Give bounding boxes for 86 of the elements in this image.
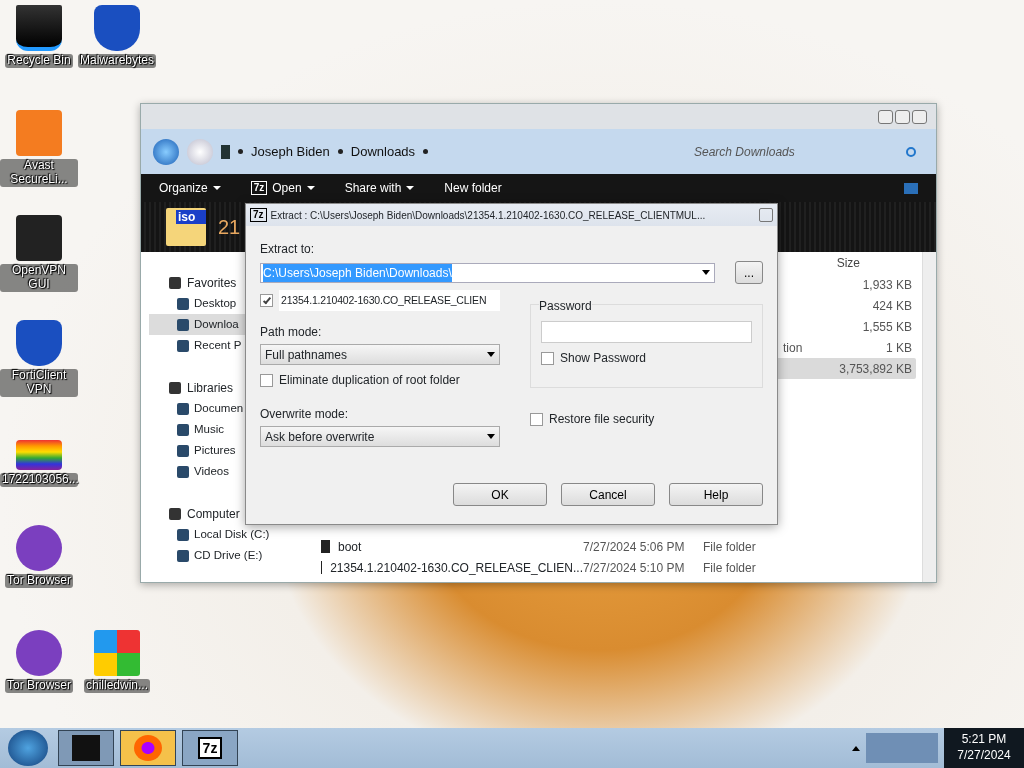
folder-icon xyxy=(221,144,230,159)
file-row[interactable]: boot 7/27/2024 5:06 PM File folder xyxy=(321,536,916,557)
desktop-icon-label[interactable]: FortiClient VPN xyxy=(0,369,78,397)
app-icon[interactable] xyxy=(16,5,62,51)
desktop-icon-label[interactable]: Avast SecureLi... xyxy=(0,159,78,187)
maximize-icon[interactable] xyxy=(895,109,910,124)
checkbox[interactable] xyxy=(260,373,273,387)
browser-icon xyxy=(134,735,162,761)
desktop-icon-label[interactable]: Malwarebytes xyxy=(78,54,156,68)
column-header[interactable]: Size xyxy=(836,254,860,272)
archive-icon: 7z xyxy=(250,181,268,195)
search-icon xyxy=(906,146,916,157)
toolbar-button[interactable]: 7z Open xyxy=(250,179,315,197)
nav-group[interactable]: Libraries xyxy=(187,378,234,397)
desktop-icon-label[interactable]: Recycle Bin xyxy=(5,54,73,68)
type-cell: tion xyxy=(783,340,803,355)
folder-title: 21 xyxy=(218,215,241,240)
desktop-icon-label[interactable]: 1722103056... xyxy=(0,473,78,487)
overwrite-mode-select[interactable]: Ask before overwrite xyxy=(260,426,500,447)
dialog-button[interactable]: Cancel xyxy=(561,483,655,506)
checkbox-label[interactable]: Eliminate duplication of root folder xyxy=(279,371,460,389)
desktop-icon-label[interactable]: OpenVPN GUI xyxy=(0,264,78,292)
field-label: Overwrite mode: xyxy=(260,406,350,423)
browse-button[interactable]: ... xyxy=(735,261,763,284)
size-cell: 1,555 KB xyxy=(862,319,912,334)
toolbar-button[interactable]: New folder xyxy=(444,179,502,197)
caret-icon xyxy=(487,434,495,439)
date-cell-text: 7/27/2024 5:06 PM xyxy=(583,538,686,556)
search-field[interactable]: Search Downloads xyxy=(692,141,892,162)
size-cell: 3,753,892 KB xyxy=(839,361,912,376)
tray-arrow-icon[interactable] xyxy=(852,745,860,751)
monitor-icon xyxy=(72,735,100,761)
group-icon xyxy=(169,276,181,289)
toolbar-button[interactable]: Organize xyxy=(159,179,221,197)
taskbar-button[interactable]: 7z xyxy=(182,730,238,766)
scrollbar[interactable] xyxy=(922,252,936,582)
file-row[interactable]: 21354.1.210402-1630.CO_RELEASE_CLIEN...7/27/2024 5:10 PM File folder xyxy=(321,557,916,578)
checkbox[interactable] xyxy=(530,412,543,426)
folder-icon xyxy=(321,540,330,553)
view-icon[interactable] xyxy=(904,182,918,194)
app-icon[interactable] xyxy=(94,5,140,51)
folder-name-field[interactable]: 21354.1.210402-1630.CO_RELEASE_CLIEN xyxy=(279,290,500,311)
dialog-button[interactable]: OK xyxy=(453,483,547,506)
breadcrumb-item[interactable]: Downloads xyxy=(350,141,416,162)
breadcrumb-item[interactable]: Joseph Biden xyxy=(251,141,330,162)
close-icon[interactable] xyxy=(759,208,773,222)
toolbar-button[interactable]: Share with xyxy=(344,179,415,197)
close-icon[interactable] xyxy=(912,109,927,124)
photo-placeholder[interactable] xyxy=(16,440,62,470)
minimize-icon[interactable] xyxy=(878,109,893,124)
desktop-icon-label[interactable]: chilledwin... xyxy=(84,679,150,693)
app-icon[interactable] xyxy=(16,320,62,366)
caret-icon xyxy=(487,352,495,357)
field-label: Extract to: xyxy=(260,241,316,258)
caret-icon xyxy=(702,270,710,275)
size-cell: 1 KB xyxy=(886,340,912,355)
dialog-button[interactable]: Help xyxy=(669,483,763,506)
checkbox[interactable] xyxy=(260,294,273,307)
dialog-title: Extract : C:\Users\Joseph Biden\Downloads\21354.1.210402-1630.CO_RELEASE_CLIENTMUL... xyxy=(270,208,706,223)
group-icon xyxy=(169,507,181,520)
nav-group[interactable]: Favorites xyxy=(187,273,237,292)
desktop-icon-label[interactable]: Tor Browser xyxy=(5,574,73,588)
checkbox-label[interactable]: Restore file security xyxy=(549,410,655,428)
back-button[interactable] xyxy=(153,138,179,165)
archive-icon: 7z xyxy=(197,737,223,759)
nav-group[interactable]: Computer xyxy=(187,504,240,523)
date-cell-text: 7/27/2024 5:10 PM xyxy=(583,559,686,577)
nav-item[interactable]: CD Drive (E:) xyxy=(149,545,291,566)
disc-image-icon: iso xyxy=(166,208,206,246)
nav-item[interactable]: Videos xyxy=(149,461,291,482)
file-name: 21354.1.210402-1630.CO_RELEASE_CLIEN... xyxy=(330,559,583,577)
start-button[interactable] xyxy=(8,730,48,766)
password-field[interactable] xyxy=(541,321,752,343)
type-cell: File folder xyxy=(703,539,756,554)
group-icon xyxy=(169,381,181,394)
desktop-icon-label[interactable]: Tor Browser xyxy=(5,679,73,693)
path-mode-select[interactable]: Full pathnames xyxy=(260,344,500,365)
clock[interactable]: 5:21 PM 7/27/2024 xyxy=(944,728,1024,768)
checkbox-label[interactable]: Show Password xyxy=(560,349,647,367)
nav-item[interactable]: Local Disk (C:) xyxy=(149,524,291,545)
type-cell: File folder xyxy=(703,560,756,575)
taskbar-button[interactable] xyxy=(58,730,114,766)
file-name: boot xyxy=(338,538,362,556)
taskbar-button[interactable] xyxy=(120,730,176,766)
archive-icon: 7z xyxy=(250,208,267,222)
checkbox[interactable] xyxy=(541,351,554,365)
